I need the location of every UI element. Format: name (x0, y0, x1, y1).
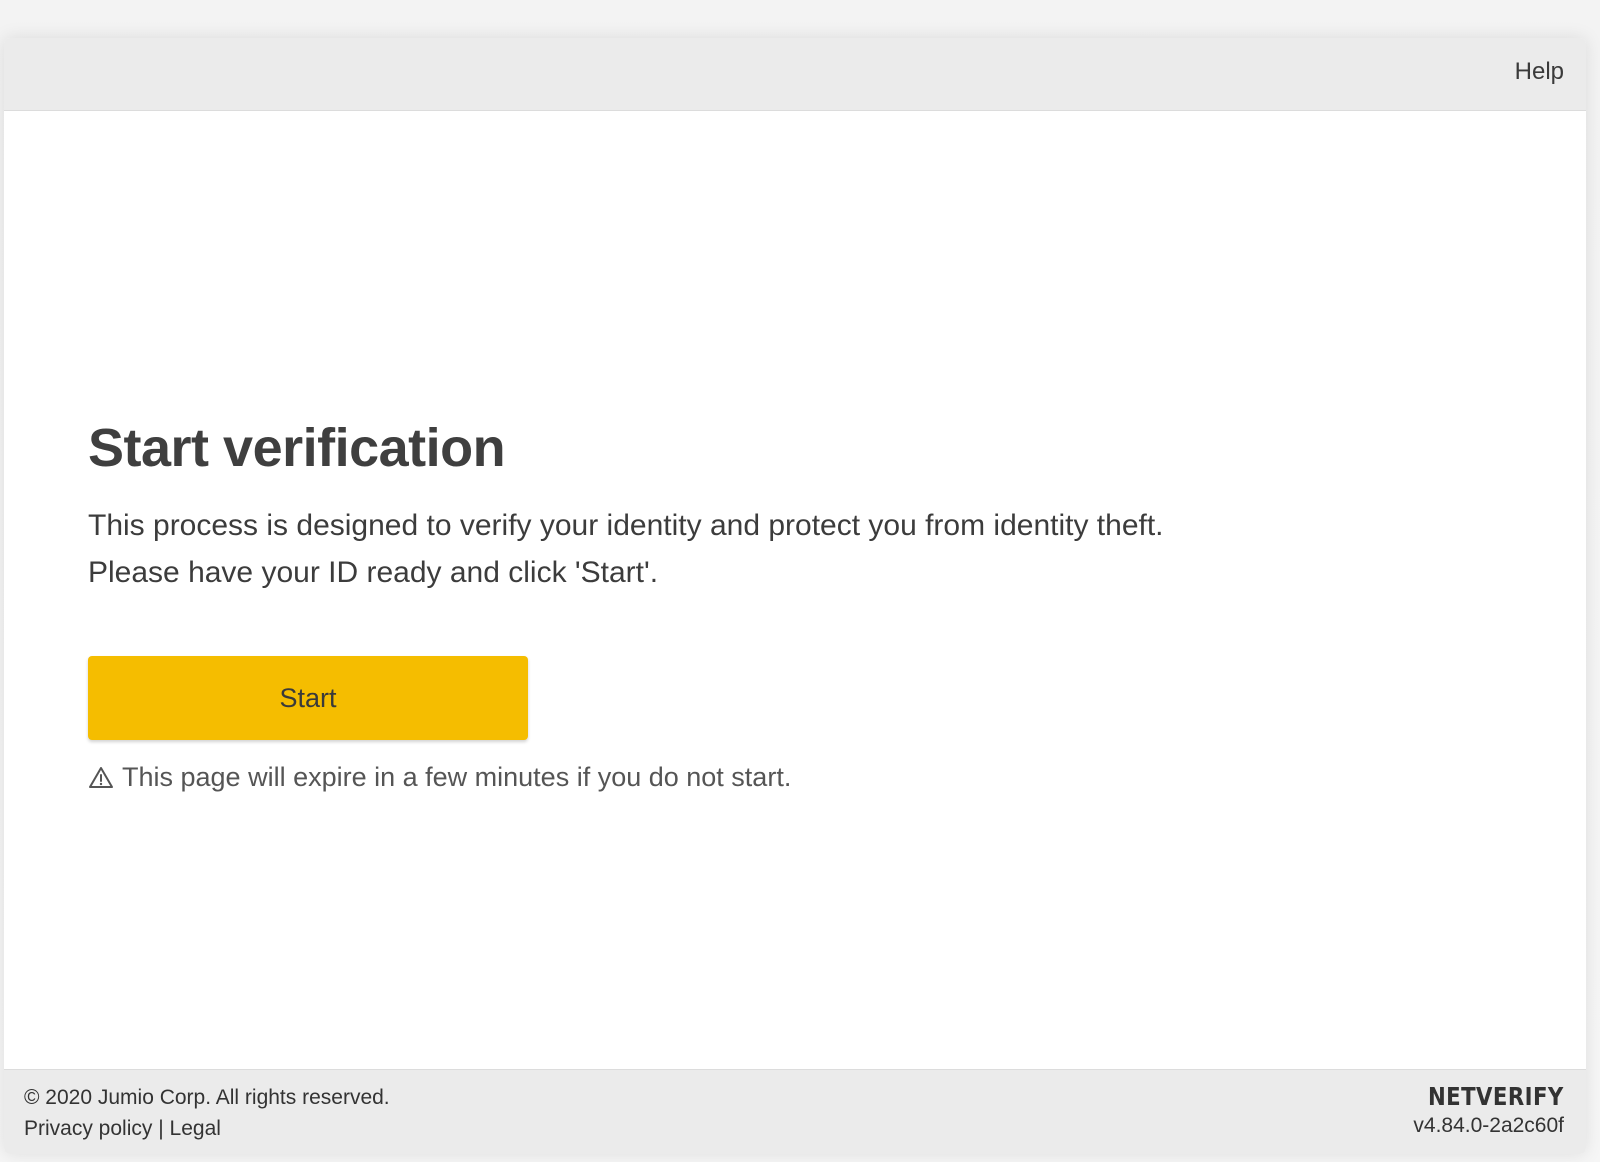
top-bar: Help (4, 38, 1586, 111)
legal-link[interactable]: Legal (170, 1117, 221, 1140)
netverify-logo: NETVERIFY (1428, 1082, 1564, 1111)
main-content: Start verification This process is desig… (88, 418, 1388, 793)
copyright-text: © 2020 Jumio Corp. All rights reserved. (24, 1086, 390, 1109)
footer-separator: | (158, 1117, 164, 1140)
page-title: Start verification (88, 418, 506, 478)
warning-triangle-icon (88, 765, 114, 791)
footer: © 2020 Jumio Corp. All rights reserved. … (4, 1069, 1586, 1154)
footer-left: © 2020 Jumio Corp. All rights reserved. … (24, 1082, 390, 1144)
description-line-1: This process is designed to verify your … (88, 509, 1164, 542)
footer-right: NETVERIFY v4.84.0-2a2c60f (1404, 1082, 1564, 1140)
description-line-2: Please have your ID ready and click 'Sta… (88, 556, 659, 589)
expire-notice-text: This page will expire in a few minutes i… (122, 762, 792, 792)
help-link[interactable]: Help (1515, 58, 1564, 86)
start-button[interactable]: Start (88, 656, 528, 740)
version-text: v4.84.0-2a2c60f (1413, 1114, 1564, 1137)
privacy-policy-link[interactable]: Privacy policy (24, 1117, 152, 1140)
description: This process is designed to verify your … (88, 502, 1388, 596)
footer-links: Privacy policy | Legal (24, 1113, 390, 1144)
verification-window: Help Start verification This process is … (4, 38, 1586, 1154)
expire-notice: This page will expire in a few minutes i… (88, 762, 1388, 793)
